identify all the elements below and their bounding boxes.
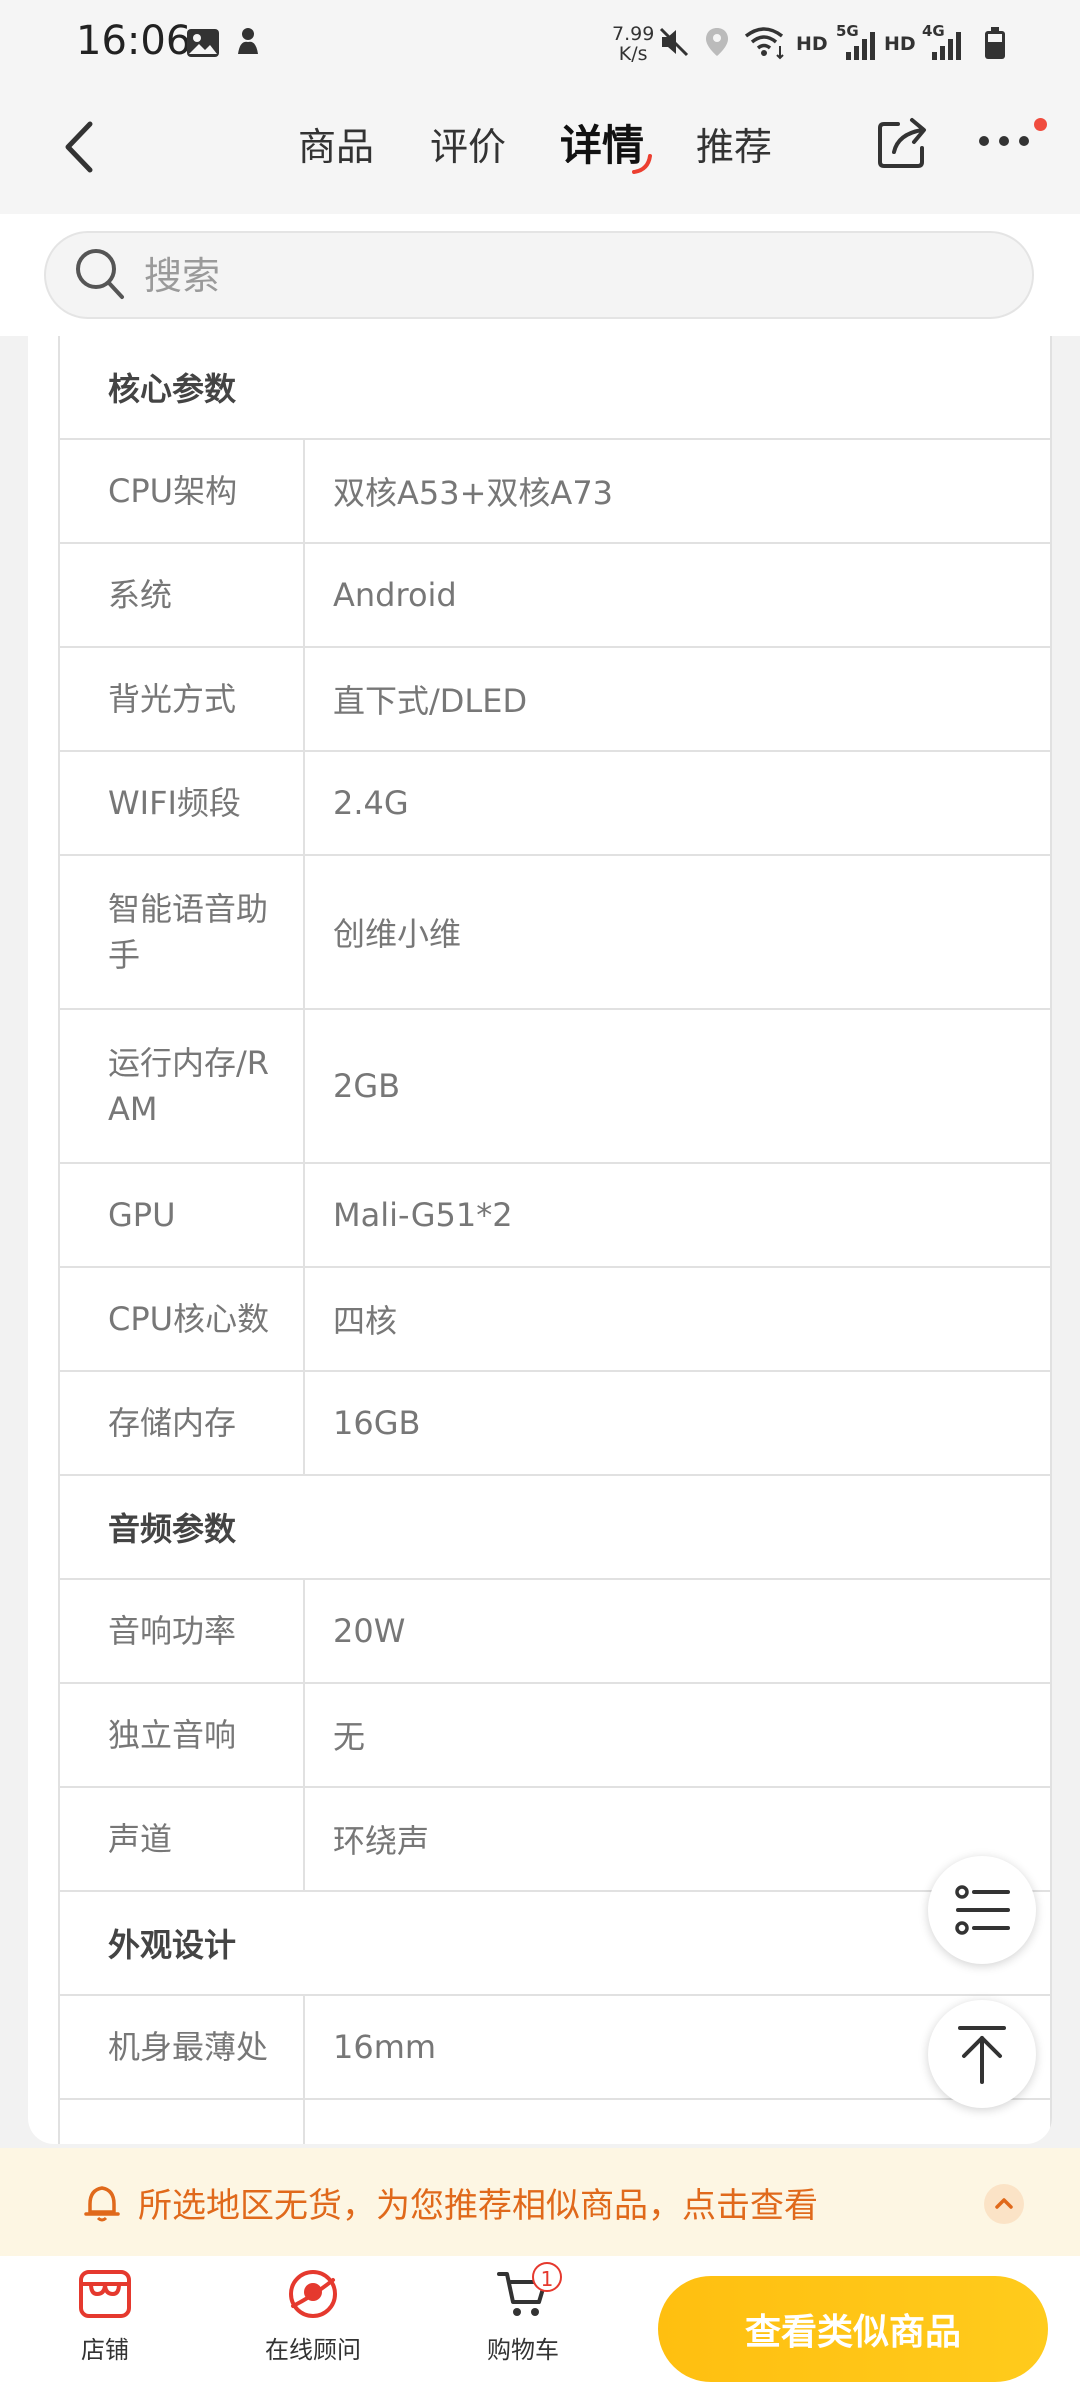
mute-icon (659, 27, 689, 57)
row-label: 背光方式 (60, 648, 305, 750)
row-value: Android (333, 576, 457, 614)
row-value: 16GB (333, 1404, 421, 1442)
back-icon[interactable] (50, 112, 110, 182)
notice-text: 所选地区无货，为您推荐相似商品，点击查看 (138, 2186, 818, 2226)
list-icon (955, 1885, 1010, 1935)
table-row: 独立音响 无 (58, 1684, 1052, 1788)
bottom-action-bar: 店铺 在线顾问 1 购物车 查看类似商品 (0, 2256, 1080, 2400)
store-label: 店铺 (81, 2336, 129, 2364)
section-header-core: 核心参数 (58, 336, 1052, 440)
row-label: 运行内存/RAM (60, 1010, 305, 1162)
row-label: 独立音响 (60, 1684, 305, 1786)
cart-label: 购物车 (487, 2336, 559, 2364)
hd-label-1: HD (796, 33, 828, 55)
row-label: 智能语音助手 (60, 856, 305, 1008)
store-icon (79, 2270, 131, 2318)
out-of-stock-notice[interactable]: 所选地区无货，为您推荐相似商品，点击查看 (0, 2148, 1080, 2256)
product-detail-card: 核心参数 CPU架构 双核A53+双核A73 系统 Android 背光方式 直… (28, 336, 1052, 2144)
table-row: WIFI频段 2.4G (58, 752, 1052, 856)
search-icon (76, 249, 124, 299)
table-row: 背光方式 直下式/DLED (58, 648, 1052, 752)
row-label: 机身最薄处 (60, 1996, 305, 2098)
row-value: 四核 (333, 1302, 398, 1340)
section-header-audio: 音频参数 (58, 1476, 1052, 1580)
row-value: 20W (333, 1612, 406, 1650)
expand-notice-button[interactable] (984, 2184, 1024, 2224)
row-label: 系统 (60, 544, 305, 646)
table-row: CPU核心数 四核 (58, 1268, 1052, 1372)
online-advisor-button[interactable]: 在线顾问 (238, 2266, 388, 2365)
network-speed: 7.99 K/s (612, 23, 655, 65)
table-row: 系统 Android (58, 544, 1052, 648)
search-input[interactable] (142, 249, 846, 303)
table-row: 机身最薄处 16mm (58, 1996, 1052, 2100)
row-label: 音响功率 (60, 1580, 305, 1682)
tab-reviews[interactable]: 评价 (430, 116, 506, 171)
signal-icon-2 (932, 32, 961, 60)
cart-count-badge: 1 (532, 2262, 562, 2292)
row-label: GPU (60, 1164, 305, 1266)
spec-table: 核心参数 CPU架构 双核A53+双核A73 系统 Android 背光方式 直… (58, 336, 1052, 2144)
battery-icon (985, 27, 1005, 59)
row-label: CPU架构 (60, 440, 305, 542)
table-row: 存储内存 16GB (58, 1372, 1052, 1476)
table-row-partial (58, 2100, 1052, 2144)
tab-recommend[interactable]: 推荐 (696, 116, 772, 171)
table-row: 智能语音助手 创维小维 (58, 856, 1052, 1010)
row-value: 双核A53+双核A73 (333, 474, 614, 512)
wifi-icon (744, 27, 784, 60)
tab-product[interactable]: 商品 (298, 116, 374, 171)
catalog-button[interactable] (928, 1856, 1036, 1964)
nav-bar: 商品 评价 详情 推荐 (0, 86, 1080, 214)
status-bar: 16:06 7.99 K/s HD 5G HD 4G (0, 0, 1080, 86)
row-value: 2GB (333, 1067, 401, 1105)
row-label: 声道 (60, 1788, 305, 1890)
table-row: GPU Mali-G51*2 (58, 1164, 1052, 1268)
chevron-up-icon (995, 2198, 1013, 2209)
table-row: 运行内存/RAM 2GB (58, 1010, 1052, 1164)
hd-label-2: HD (884, 33, 916, 55)
active-tab-indicator (632, 154, 652, 174)
view-similar-products-button[interactable]: 查看类似商品 (658, 2276, 1048, 2382)
store-button[interactable]: 店铺 (30, 2266, 180, 2365)
row-value: 创维小维 (333, 915, 462, 953)
location-icon (706, 28, 728, 56)
search-bar (0, 214, 1080, 336)
more-icon[interactable] (976, 126, 1032, 156)
signal-icon-1 (846, 32, 875, 60)
row-value: 2.4G (333, 784, 409, 822)
cart-button[interactable]: 1 购物车 (448, 2262, 598, 2365)
notification-dot (1034, 118, 1047, 131)
table-row: 声道 环绕声 (58, 1788, 1052, 1892)
search-box[interactable] (44, 231, 1034, 319)
row-label: CPU核心数 (60, 1268, 305, 1370)
app-notification-icon (238, 28, 258, 54)
row-value: 直下式/DLED (333, 682, 528, 720)
gallery-icon (187, 29, 219, 57)
row-label: 存储内存 (60, 1372, 305, 1474)
row-label: WIFI频段 (60, 752, 305, 854)
advisor-icon (289, 2270, 337, 2318)
bell-icon (84, 2186, 120, 2222)
share-icon[interactable] (876, 116, 930, 170)
status-time: 16:06 (76, 18, 192, 64)
table-row: 音响功率 20W (58, 1580, 1052, 1684)
row-label (60, 2100, 305, 2144)
arrow-up-icon (958, 2026, 1006, 2084)
section-header-appearance: 外观设计 (58, 1892, 1052, 1996)
table-row: CPU架构 双核A53+双核A73 (58, 440, 1052, 544)
advisor-label: 在线顾问 (265, 2336, 361, 2364)
row-value: 无 (333, 1718, 366, 1756)
back-to-top-button[interactable] (928, 2000, 1036, 2108)
row-value: Mali-G51*2 (333, 1196, 513, 1234)
